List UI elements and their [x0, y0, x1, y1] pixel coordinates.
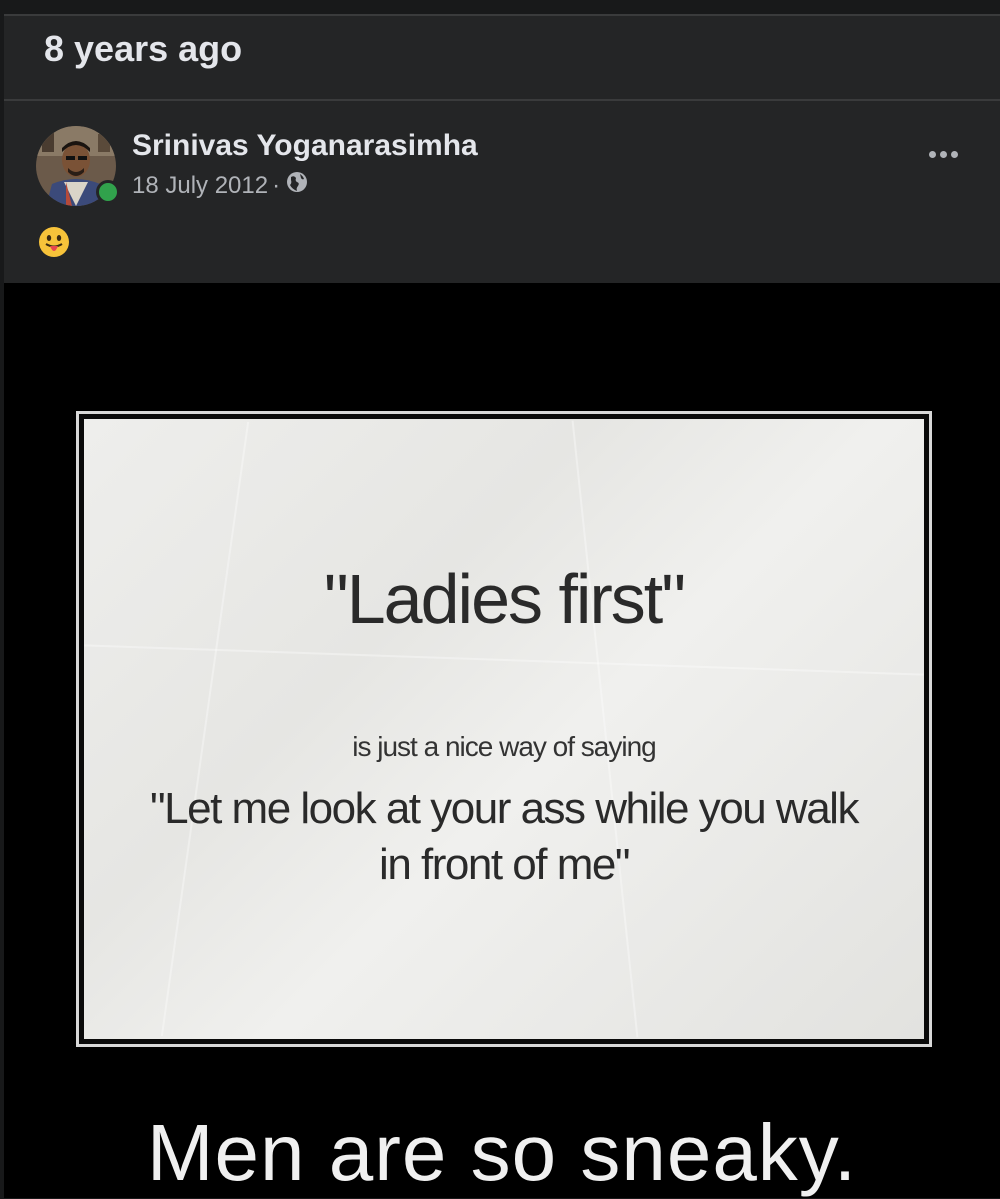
- avatar[interactable]: [36, 126, 120, 206]
- meta-separator: ·: [272, 171, 281, 199]
- more-dot: [951, 151, 958, 158]
- online-status-indicator: [96, 180, 120, 204]
- post-meta: 18 July 2012 ·: [132, 171, 308, 200]
- more-options-icon[interactable]: [929, 151, 958, 158]
- poster-headline: "Ladies first": [323, 560, 686, 638]
- more-dot: [940, 151, 947, 158]
- post-date[interactable]: 18 July 2012: [132, 172, 268, 200]
- post-header: Srinivas Yoganarasimha 18 July 2012 ·: [4, 101, 1000, 283]
- post-image[interactable]: "Ladies first" is just a nice way of say…: [4, 283, 1000, 1198]
- face-with-tongue-icon: [38, 226, 70, 258]
- top-strip: [0, 0, 1000, 14]
- poster-caption: Men are so sneaky.: [146, 1108, 858, 1197]
- more-dot: [929, 151, 936, 158]
- crumpled-paper: "Ladies first" is just a nice way of say…: [84, 419, 924, 1039]
- poster-subline: is just a nice way of saying: [352, 731, 657, 762]
- memory-header: 8 years ago: [4, 14, 1000, 100]
- poster-card: "Ladies first" is just a nice way of say…: [76, 411, 932, 1047]
- author-name[interactable]: Srinivas Yoganarasimha: [132, 129, 478, 163]
- memory-title: 8 years ago: [44, 28, 243, 69]
- poster-quote: "Let me look at your ass while you walk …: [150, 784, 859, 889]
- globe-icon[interactable]: [286, 171, 308, 200]
